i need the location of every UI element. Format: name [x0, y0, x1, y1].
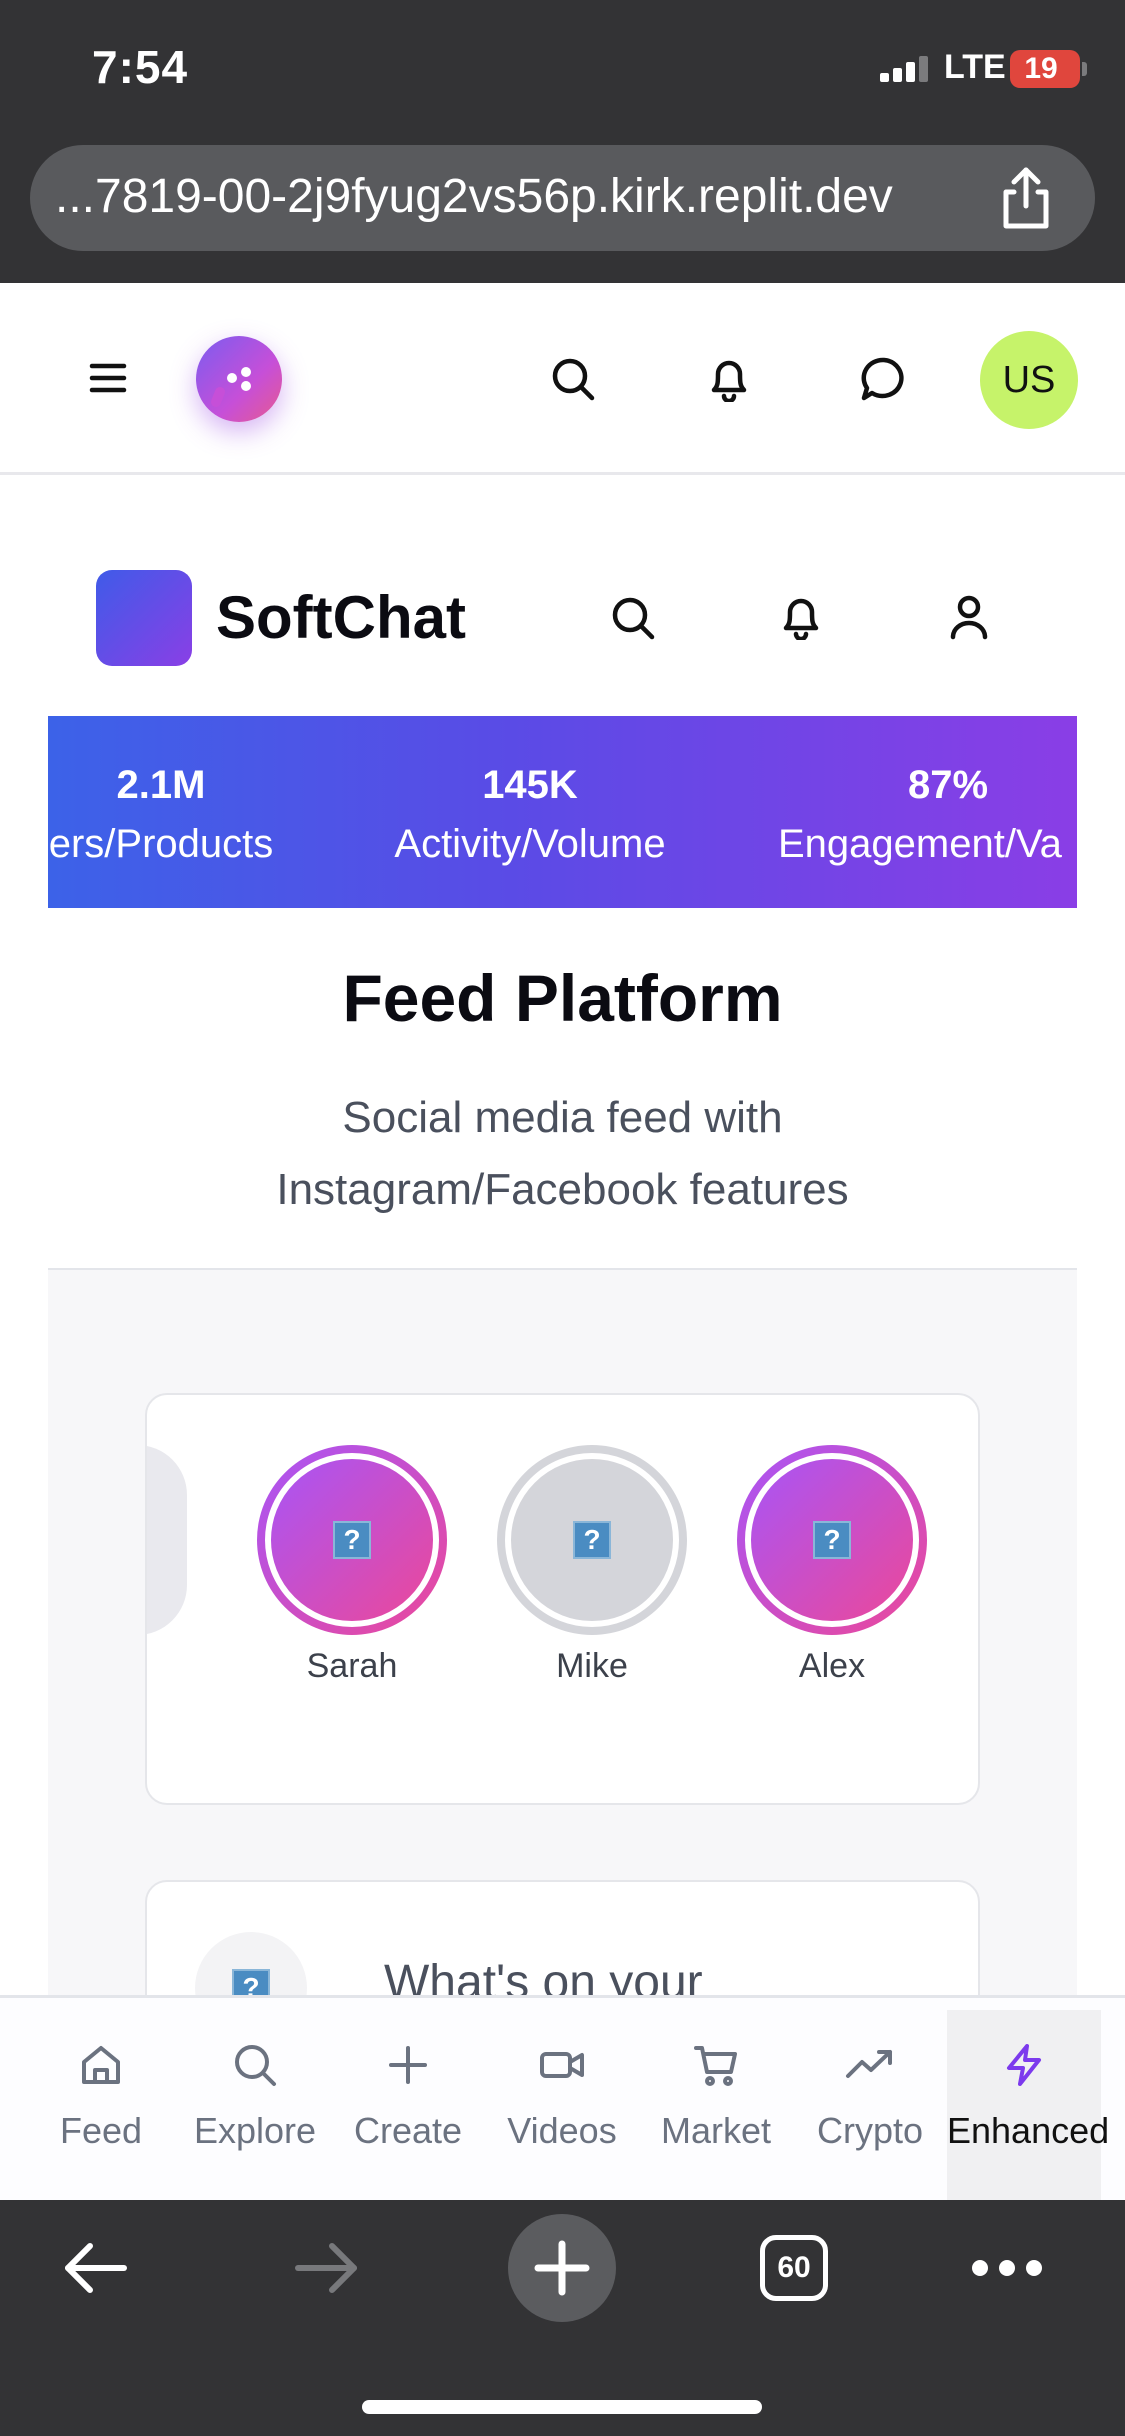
stats-banner[interactable]: 2.1M ers/Products 145K Activity/Volume 8… [48, 716, 1077, 908]
stat-label: Activity/Volume [394, 822, 666, 866]
trending-up-icon [846, 2050, 892, 2078]
stat-value: 2.1M [116, 763, 206, 807]
stat-value: 87% [908, 763, 989, 807]
nav-enhanced[interactable]: Enhanced [947, 2010, 1110, 2200]
story-name: Sarah [306, 1647, 398, 1685]
user-avatar[interactable]: US [980, 331, 1078, 429]
story-item[interactable]: ? Alex [737, 1445, 927, 1686]
stat-engagement: 87% Engagement/Va [776, 716, 1077, 872]
forward-icon[interactable] [292, 2240, 362, 2296]
lightning-icon [1007, 2044, 1041, 2086]
user-icon[interactable] [947, 594, 991, 640]
story-name: Mike [556, 1647, 628, 1685]
nav-videos[interactable]: Videos [485, 2010, 639, 2200]
url-text[interactable]: ...7819-00-2j9fyug2vs56p.kirk.replit.dev [55, 165, 990, 229]
nav-create[interactable]: Create [331, 2010, 485, 2200]
bell-icon[interactable] [706, 354, 752, 402]
search-icon[interactable] [610, 595, 656, 641]
status-time: 7:54 [92, 41, 189, 93]
cart-icon [694, 2046, 737, 2086]
nav-label: Feed [59, 2110, 143, 2151]
nav-label: Explore [193, 2110, 317, 2151]
story-partial[interactable] [147, 1445, 187, 1635]
more-icon[interactable] [970, 2256, 1044, 2280]
nav-crypto[interactable]: Crypto [793, 2010, 947, 2200]
nav-feed[interactable]: Feed [24, 2010, 178, 2200]
search-icon[interactable] [550, 356, 596, 402]
stories-card[interactable]: ? Sarah ? Mike ? Alex [145, 1393, 980, 1805]
network-label: LTE [944, 48, 1006, 86]
story-avatar: ? [265, 1453, 439, 1627]
message-icon[interactable] [860, 356, 908, 402]
nav-explore[interactable]: Explore [178, 2010, 332, 2200]
nav-label: Crypto [816, 2110, 924, 2151]
home-indicator[interactable] [362, 2400, 762, 2414]
story-ring: ? [737, 1445, 927, 1635]
signal-icon [880, 56, 934, 82]
menu-icon[interactable] [88, 360, 128, 396]
battery-level: 19 [1024, 52, 1058, 85]
page-subtitle: Social media feed with Instagram/Faceboo… [276, 1093, 849, 1214]
stat-activity: 145K Activity/Volume [350, 716, 710, 872]
battery-tip [1082, 62, 1087, 76]
plus-icon [389, 2046, 427, 2084]
home-icon [82, 2046, 120, 2084]
new-tab-button[interactable] [508, 2214, 616, 2322]
back-icon[interactable] [60, 2240, 130, 2296]
plus-icon [534, 2240, 590, 2296]
tabs-button[interactable]: 60 [760, 2235, 828, 2301]
search-icon [235, 2045, 276, 2086]
nav-label: Videos [507, 2110, 617, 2151]
story-ring: ? [497, 1445, 687, 1635]
broken-image-icon: ? [813, 1521, 851, 1559]
nav-market[interactable]: Market [639, 2010, 793, 2200]
page-title: Feed Platform [342, 961, 783, 1035]
stat-value: 145K [482, 763, 578, 807]
story-name: Alex [798, 1647, 866, 1685]
broken-image-icon: ? [333, 1521, 371, 1559]
story-item[interactable]: ? Mike [497, 1445, 687, 1686]
video-icon [540, 2052, 584, 2078]
story-ring: ? [257, 1445, 447, 1635]
nav-label: Enhanced [947, 2110, 1110, 2151]
stat-products: 2.1M ers/Products [48, 716, 341, 872]
bell-icon[interactable] [778, 592, 824, 640]
story-avatar: ? [745, 1453, 919, 1627]
broken-image-icon: ? [573, 1521, 611, 1559]
story-avatar: ? [505, 1453, 679, 1627]
story-item[interactable]: ? Sarah [257, 1445, 447, 1686]
nav-label: Market [660, 2110, 772, 2151]
nav-label: Create [353, 2110, 463, 2151]
chat-bubble-logo-icon[interactable] [196, 336, 282, 422]
share-icon[interactable] [990, 162, 1062, 234]
brand-name: SoftChat [216, 584, 466, 651]
stat-label: Engagement/Va [778, 822, 1062, 866]
stat-label: ers/Products [48, 822, 274, 866]
brand-logo [96, 570, 192, 666]
